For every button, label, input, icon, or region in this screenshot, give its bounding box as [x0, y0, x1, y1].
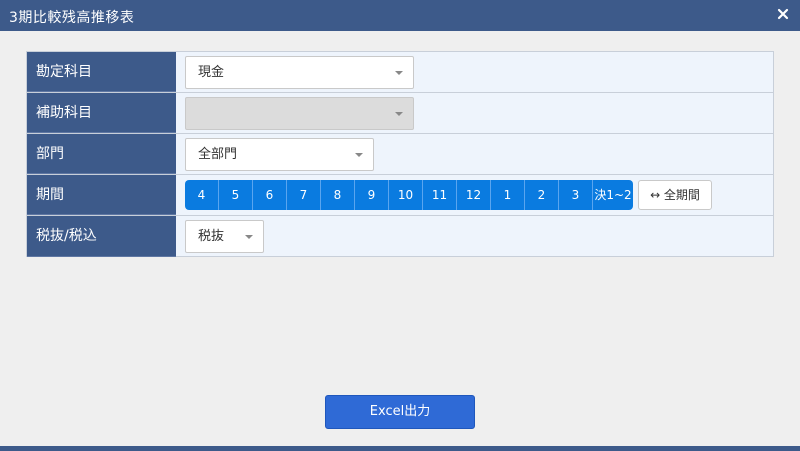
title-bar: 3期比較残高推移表 — [0, 0, 800, 31]
period-month-9[interactable]: 9 — [355, 180, 389, 210]
row-account: 勘定科目 現金 — [27, 52, 773, 93]
dialog: 3期比較残高推移表 勘定科目 現金 補助科目 部門 全部門 期間 4 5 6 7… — [0, 0, 800, 446]
period-month-2[interactable]: 2 — [525, 180, 559, 210]
filter-form: 勘定科目 現金 補助科目 部門 全部門 期間 4 5 6 7 8 9 10 11… — [26, 51, 774, 257]
row-department: 部門 全部門 — [27, 134, 773, 175]
row-period: 期間 4 5 6 7 8 9 10 11 12 1 2 3 決1~2 ↔ 全期間 — [27, 175, 773, 216]
period-month-11[interactable]: 11 — [423, 180, 457, 210]
chevron-down-icon — [355, 153, 363, 157]
row-tax: 税抜/税込 税抜 — [27, 216, 773, 257]
excel-export-button[interactable]: Excel出力 — [325, 395, 475, 429]
tax-select[interactable]: 税抜 — [185, 220, 264, 253]
department-value: 全部門 — [198, 147, 238, 162]
period-month-6[interactable]: 6 — [253, 180, 287, 210]
subaccount-label: 補助科目 — [27, 93, 176, 133]
department-label: 部門 — [27, 134, 176, 174]
period-settlement[interactable]: 決1~2 — [593, 180, 633, 210]
chevron-down-icon — [395, 71, 403, 75]
account-label: 勘定科目 — [27, 52, 176, 92]
period-month-7[interactable]: 7 — [287, 180, 321, 210]
chevron-down-icon — [395, 112, 403, 116]
account-value: 現金 — [198, 65, 225, 80]
period-month-1[interactable]: 1 — [491, 180, 525, 210]
period-month-10[interactable]: 10 — [389, 180, 423, 210]
close-icon[interactable] — [775, 6, 791, 22]
period-month-12[interactable]: 12 — [457, 180, 491, 210]
period-month-8[interactable]: 8 — [321, 180, 355, 210]
tax-label: 税抜/税込 — [27, 216, 176, 257]
dialog-title: 3期比較残高推移表 — [9, 10, 135, 26]
all-periods-button[interactable]: ↔ 全期間 — [638, 180, 712, 210]
tax-value: 税抜 — [198, 229, 225, 244]
chevron-down-icon — [245, 235, 253, 239]
period-month-4[interactable]: 4 — [185, 180, 219, 210]
account-select[interactable]: 現金 — [185, 56, 414, 89]
period-selector: 4 5 6 7 8 9 10 11 12 1 2 3 決1~2 — [185, 180, 633, 210]
period-label: 期間 — [27, 175, 176, 215]
row-subaccount: 補助科目 — [27, 93, 773, 134]
subaccount-select — [185, 97, 414, 130]
period-month-5[interactable]: 5 — [219, 180, 253, 210]
department-select[interactable]: 全部門 — [185, 138, 374, 171]
period-month-3[interactable]: 3 — [559, 180, 593, 210]
